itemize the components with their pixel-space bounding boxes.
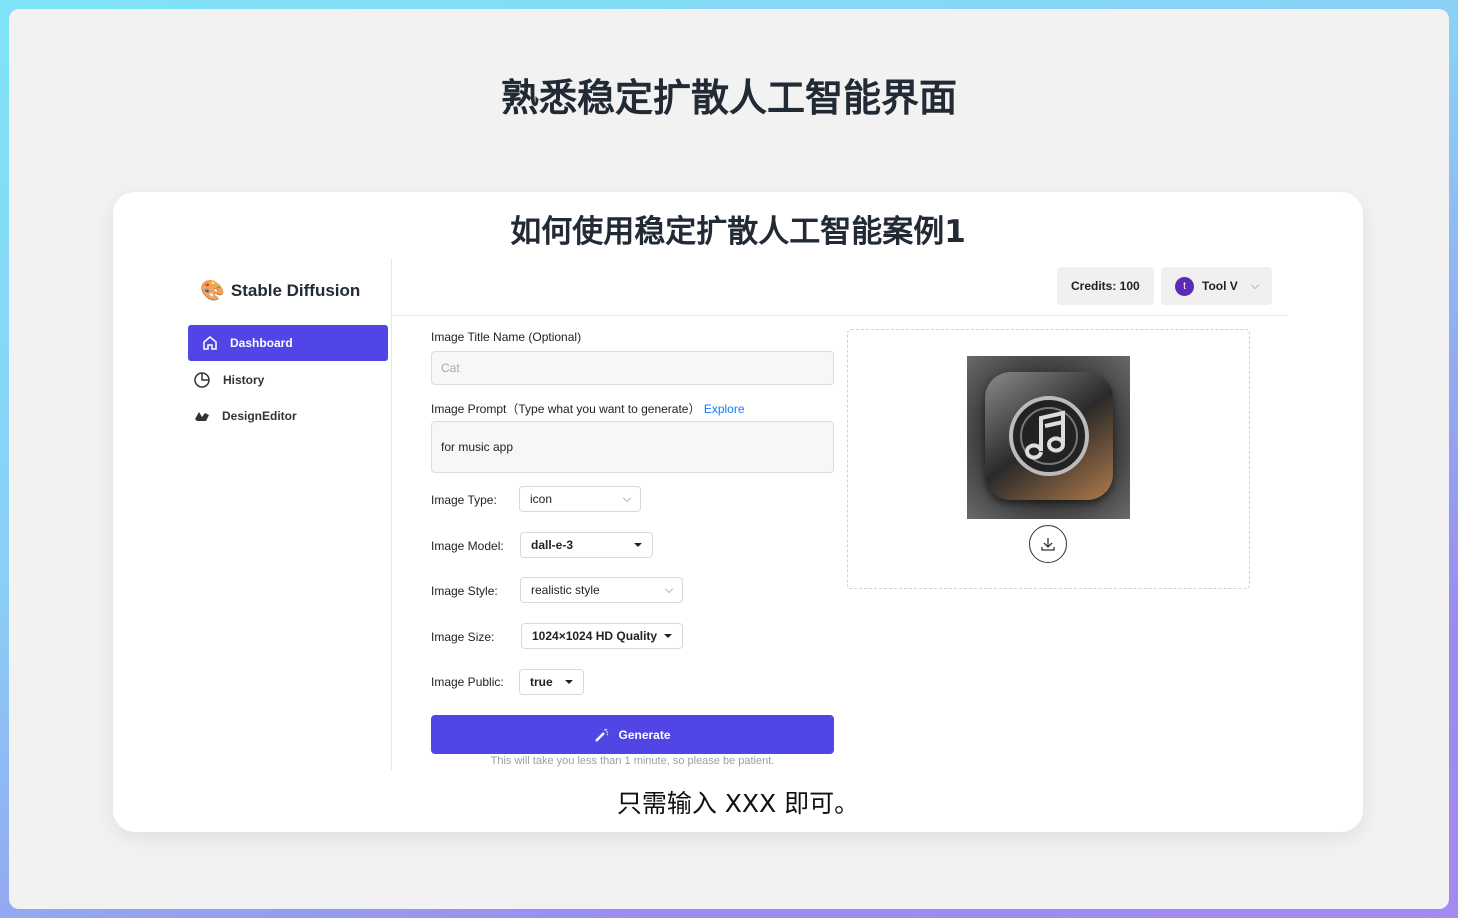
caret-down-icon: [565, 680, 573, 684]
caret-down-icon: [664, 634, 672, 638]
palette-icon: 🎨: [200, 280, 225, 302]
user-menu[interactable]: t Tool V: [1161, 267, 1272, 305]
title-label: Image Title Name (Optional): [431, 330, 582, 344]
slide-title: 熟悉稳定扩散人工智能界面: [500, 76, 957, 120]
prompt-label: Image Prompt（Type what you want to gener…: [431, 400, 745, 417]
app-window: 🎨 Stable Diffusion Dashboard History Des…: [188, 258, 1288, 770]
music-app-icon-image: [985, 372, 1113, 500]
public-select[interactable]: true: [519, 669, 584, 695]
model-select[interactable]: dall-e-3: [520, 532, 653, 558]
sidebar-item-designeditor[interactable]: DesignEditor: [188, 398, 388, 434]
sidebar-item-label: History: [223, 373, 265, 387]
brand-logo[interactable]: 🎨 Stable Diffusion: [200, 278, 360, 303]
chevron-down-icon: [622, 493, 632, 502]
type-value: icon: [530, 492, 553, 506]
size-label: Image Size:: [431, 630, 495, 644]
sidebar: 🎨 Stable Diffusion Dashboard History Des…: [188, 258, 392, 770]
footer-caption: 只需输入 XXX 即可。: [616, 789, 860, 818]
chevron-down-icon: [664, 584, 674, 593]
model-value: dall-e-3: [531, 538, 574, 552]
brand-name: Stable Diffusion: [230, 280, 361, 300]
model-label: Image Model:: [431, 539, 504, 553]
credits-badge[interactable]: Credits: 100: [1057, 267, 1154, 305]
download-icon: [1041, 538, 1055, 551]
home-icon: [203, 336, 217, 350]
prompt-textarea[interactable]: for music app: [431, 421, 834, 473]
style-value: realistic style: [531, 583, 600, 597]
download-button[interactable]: [1029, 525, 1067, 563]
type-label: Image Type:: [431, 493, 497, 507]
explore-link[interactable]: Explore: [704, 402, 745, 416]
magic-wand-icon: [595, 728, 609, 742]
generated-image[interactable]: [967, 356, 1130, 519]
type-select[interactable]: icon: [519, 486, 641, 512]
size-select[interactable]: 1024×1024 HD Quality: [521, 623, 683, 649]
top-bar: Credits: 100 t Tool V: [392, 258, 1288, 316]
shapes-icon: [195, 412, 209, 421]
public-label: Image Public:: [431, 675, 504, 689]
public-value: true: [530, 675, 553, 689]
sidebar-item-dashboard[interactable]: Dashboard: [188, 325, 388, 361]
generate-label: Generate: [618, 727, 671, 742]
style-label: Image Style:: [431, 584, 498, 598]
case-title: 如何使用稳定扩散人工智能案例1: [510, 214, 966, 250]
image-preview: [847, 329, 1250, 589]
wait-note: This will take you less than 1 minute, s…: [490, 755, 775, 767]
user-name: Tool V: [1202, 279, 1238, 293]
screenshot-card: 如何使用稳定扩散人工智能案例1 🎨 Stable Diffusion Dashb…: [113, 192, 1363, 832]
sidebar-item-history[interactable]: History: [188, 362, 388, 398]
sidebar-item-label: DesignEditor: [222, 409, 297, 423]
sidebar-item-label: Dashboard: [230, 336, 293, 350]
size-value: 1024×1024 HD Quality: [532, 629, 658, 643]
style-select[interactable]: realistic style: [520, 577, 683, 603]
title-input[interactable]: Cat: [431, 351, 834, 385]
avatar: t: [1175, 276, 1194, 296]
chevron-down-icon: [1250, 280, 1260, 289]
prompt-label-text: Image Prompt（Type what you want to gener…: [431, 402, 701, 416]
pie-chart-icon: [194, 372, 210, 388]
caret-down-icon: [634, 543, 642, 547]
slide: 熟悉稳定扩散人工智能界面 如何使用稳定扩散人工智能案例1 🎨 Stable Di…: [9, 9, 1449, 909]
generate-button[interactable]: Generate: [431, 715, 834, 754]
